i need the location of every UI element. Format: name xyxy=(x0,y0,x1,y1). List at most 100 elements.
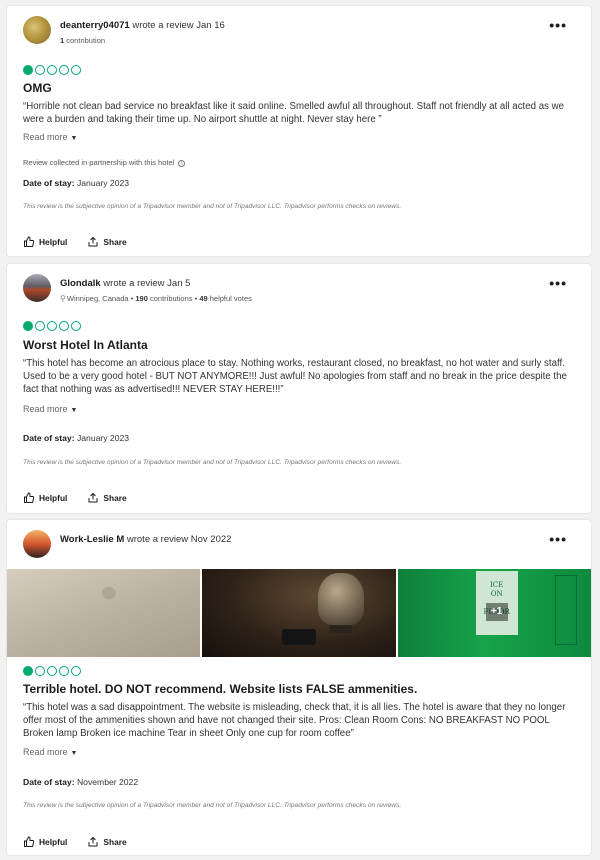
date-of-stay: Date of stay: January 2023 xyxy=(23,433,129,443)
helpful-button[interactable]: Helpful xyxy=(23,236,67,248)
date-of-stay-value: November 2022 xyxy=(76,777,139,787)
disclaimer: This review is the subjective opinion of… xyxy=(23,802,402,809)
rating-bubbles xyxy=(23,65,81,75)
read-more-button[interactable]: Read more ▼ xyxy=(23,132,77,142)
disclaimer: This review is the subjective opinion of… xyxy=(23,203,402,210)
date-of-stay: Date of stay: January 2023 xyxy=(23,178,129,188)
rating-bubble-empty xyxy=(35,65,45,75)
rating-bubble-empty xyxy=(35,666,45,676)
helpful-votes-label: helpful votes xyxy=(209,294,252,303)
thumbs-up-icon xyxy=(24,236,35,248)
collected-text: Review collected in partnership with thi… xyxy=(23,158,175,167)
date-of-stay-label: Date of stay: xyxy=(23,433,75,443)
date-of-stay-value: January 2023 xyxy=(76,433,130,443)
rating-bubble-empty xyxy=(59,321,69,331)
review-body: “Horrible not clean bad service no break… xyxy=(23,101,565,125)
review-header: Glondalk wrote a review Jan 5 ⚲Winnipeg,… xyxy=(23,274,581,310)
author-name[interactable]: Work-Leslie M xyxy=(60,534,124,545)
date-of-stay-label: Date of stay: xyxy=(23,178,75,188)
author-location: Winnipeg, Canada xyxy=(66,294,129,303)
collected-note: Review collected in partnership with thi… xyxy=(23,158,186,167)
contribution-label: contribution xyxy=(66,36,106,45)
more-options-icon[interactable]: ••• xyxy=(549,276,567,290)
avatar[interactable] xyxy=(23,530,51,558)
share-label: Share xyxy=(103,493,127,503)
share-label: Share xyxy=(103,237,127,247)
rating-bubble-empty xyxy=(71,65,81,75)
caret-down-icon: ▼ xyxy=(70,135,78,142)
avatar[interactable] xyxy=(23,16,51,44)
author-name[interactable]: deanterry04071 xyxy=(60,20,130,31)
share-button[interactable]: Share xyxy=(87,836,127,848)
review-photos: ICE ON FLOOR +1 xyxy=(7,569,591,657)
lamp-shape xyxy=(318,573,365,625)
author-line: Glondalk wrote a review Jan 5 xyxy=(60,278,190,289)
review-actions: Helpful Share xyxy=(23,236,127,248)
author-line: Work-Leslie M wrote a review Nov 2022 xyxy=(60,534,231,545)
review-title[interactable]: Terrible hotel. DO NOT recommend. Websit… xyxy=(23,682,417,696)
read-more-button[interactable]: Read more ▼ xyxy=(23,404,77,414)
share-label: Share xyxy=(103,837,127,847)
share-button[interactable]: Share xyxy=(87,236,127,248)
share-icon xyxy=(88,236,98,247)
sign-line: ICE xyxy=(490,581,504,589)
review-photo[interactable]: ICE ON FLOOR +1 xyxy=(397,569,591,657)
rating-bubble-empty xyxy=(47,666,57,676)
review-body: “This hotel was a sad disappointment. Th… xyxy=(23,702,566,739)
author-line: deanterry04071 wrote a review Jan 16 xyxy=(60,20,225,31)
review-title[interactable]: OMG xyxy=(23,81,52,95)
helpful-label: Helpful xyxy=(39,837,68,847)
review-title[interactable]: Worst Hotel In Atlanta xyxy=(23,338,148,352)
contribution-count: 190 xyxy=(135,294,148,303)
review-card: deanterry04071 wrote a review Jan 16 1 c… xyxy=(7,6,591,256)
info-icon[interactable]: i xyxy=(178,159,186,167)
review-body: “This hotel has become an atrocious plac… xyxy=(23,358,567,395)
read-more-label: Read more xyxy=(23,404,68,414)
helpful-label: Helpful xyxy=(39,237,68,247)
review-header: deanterry04071 wrote a review Jan 16 1 c… xyxy=(23,16,581,52)
read-more-label: Read more xyxy=(23,132,68,142)
caret-down-icon: ▼ xyxy=(70,750,78,757)
contribution-count: 1 xyxy=(60,36,65,45)
author-name[interactable]: Glondalk xyxy=(60,278,101,289)
review-date: wrote a review Jan 5 xyxy=(103,278,191,289)
author-meta: ⚲Winnipeg, Canada • 190 contributions • … xyxy=(60,294,252,303)
rating-bubble-filled xyxy=(23,666,33,676)
rating-bubble-empty xyxy=(59,65,69,75)
avatar[interactable] xyxy=(23,274,51,302)
disclaimer: This review is the subjective opinion of… xyxy=(23,459,402,466)
share-button[interactable]: Share xyxy=(87,492,127,504)
review-header: Work-Leslie M wrote a review Nov 2022 ••… xyxy=(23,530,581,566)
more-photos-count[interactable]: +1 xyxy=(485,603,508,621)
thumbs-up-icon xyxy=(24,492,35,504)
door-frame xyxy=(554,575,577,645)
sign-line: ON xyxy=(490,590,503,598)
phone-shape xyxy=(282,629,317,645)
read-more-button[interactable]: Read more ▼ xyxy=(23,747,77,757)
review-actions: Helpful Share xyxy=(23,492,127,504)
sheet-tear xyxy=(102,587,116,599)
read-more-label: Read more xyxy=(23,747,68,757)
rating-bubble-filled xyxy=(23,321,33,331)
helpful-button[interactable]: Helpful xyxy=(23,492,67,504)
helpful-button[interactable]: Helpful xyxy=(23,836,67,848)
more-options-icon[interactable]: ••• xyxy=(549,532,567,546)
review-photo[interactable] xyxy=(7,569,201,657)
rating-bubble-empty xyxy=(35,321,45,331)
share-icon xyxy=(88,492,98,503)
helpful-label: Helpful xyxy=(39,493,68,503)
thumbs-up-icon xyxy=(24,836,35,848)
more-options-icon[interactable]: ••• xyxy=(549,18,567,32)
rating-bubble-empty xyxy=(71,321,81,331)
rating-bubble-empty xyxy=(47,65,57,75)
lamp-base xyxy=(330,625,353,633)
date-of-stay: Date of stay: November 2022 xyxy=(23,777,138,787)
location-pin-icon: ⚲ xyxy=(60,294,66,303)
rating-bubble-filled xyxy=(23,65,33,75)
review-photo[interactable] xyxy=(202,569,396,657)
review-card: Glondalk wrote a review Jan 5 ⚲Winnipeg,… xyxy=(7,264,591,513)
rating-bubble-empty xyxy=(71,666,81,676)
date-of-stay-value: January 2023 xyxy=(76,178,130,188)
author-meta: 1 contribution xyxy=(60,36,105,45)
rating-bubbles xyxy=(23,666,81,676)
